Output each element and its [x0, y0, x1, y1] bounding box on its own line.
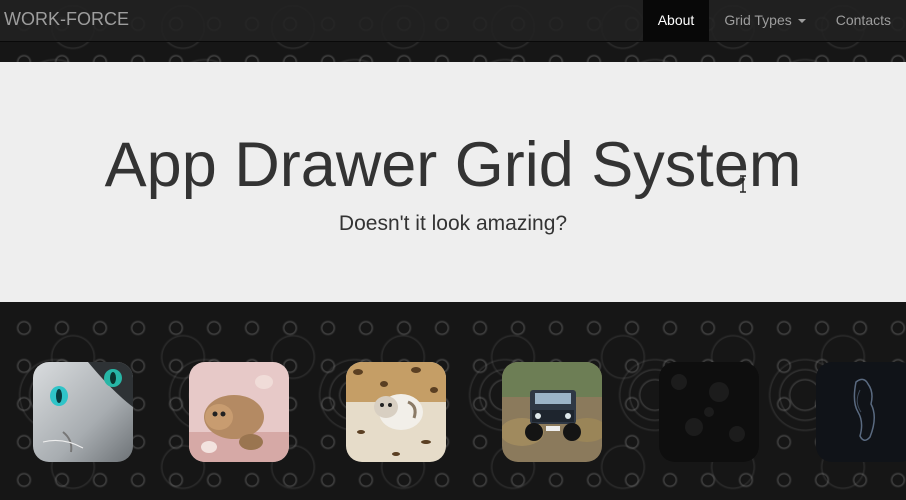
- nav-item-contacts[interactable]: Contacts: [821, 0, 906, 41]
- app-icon-kitten-leopard[interactable]: [346, 362, 446, 462]
- jumbotron: App Drawer Grid System Doesn't it look a…: [0, 62, 906, 302]
- dark-horse-icon: [816, 362, 906, 462]
- nav-menu: About Grid Types Contacts: [642, 0, 906, 41]
- dark-texture-icon: [659, 362, 759, 462]
- nav-item-grid-types[interactable]: Grid Types: [709, 0, 820, 41]
- cat-blue-eyes-icon: [33, 362, 133, 462]
- nav-item-grid-types-label: Grid Types: [724, 12, 792, 28]
- app-icon-dark-horse[interactable]: [816, 362, 906, 462]
- nav-item-contacts-label: Contacts: [835, 12, 891, 28]
- app-icon-dark-texture[interactable]: [659, 362, 759, 462]
- kitten-leopard-blanket-icon: [346, 362, 446, 462]
- app-icon-cat-blue-eyes[interactable]: [33, 362, 133, 462]
- page-title: App Drawer Grid System: [104, 130, 802, 200]
- nav-item-about[interactable]: About: [642, 0, 710, 41]
- jeep-offroad-icon: [502, 362, 602, 462]
- app-icon-jeep[interactable]: [502, 362, 602, 462]
- caret-down-icon: [797, 18, 806, 23]
- text-cursor-icon: [740, 175, 746, 193]
- navbar: WORK-FORCE About Grid Types Contacts: [0, 0, 906, 42]
- nav-item-about-label: About: [657, 12, 695, 28]
- app-icon-kitten-playing[interactable]: [189, 362, 289, 462]
- page-subtitle: Doesn't it look amazing?: [338, 212, 568, 235]
- kitten-playing-icon: [189, 362, 289, 462]
- app-grid: [0, 362, 906, 462]
- brand-link[interactable]: WORK-FORCE: [4, 9, 129, 30]
